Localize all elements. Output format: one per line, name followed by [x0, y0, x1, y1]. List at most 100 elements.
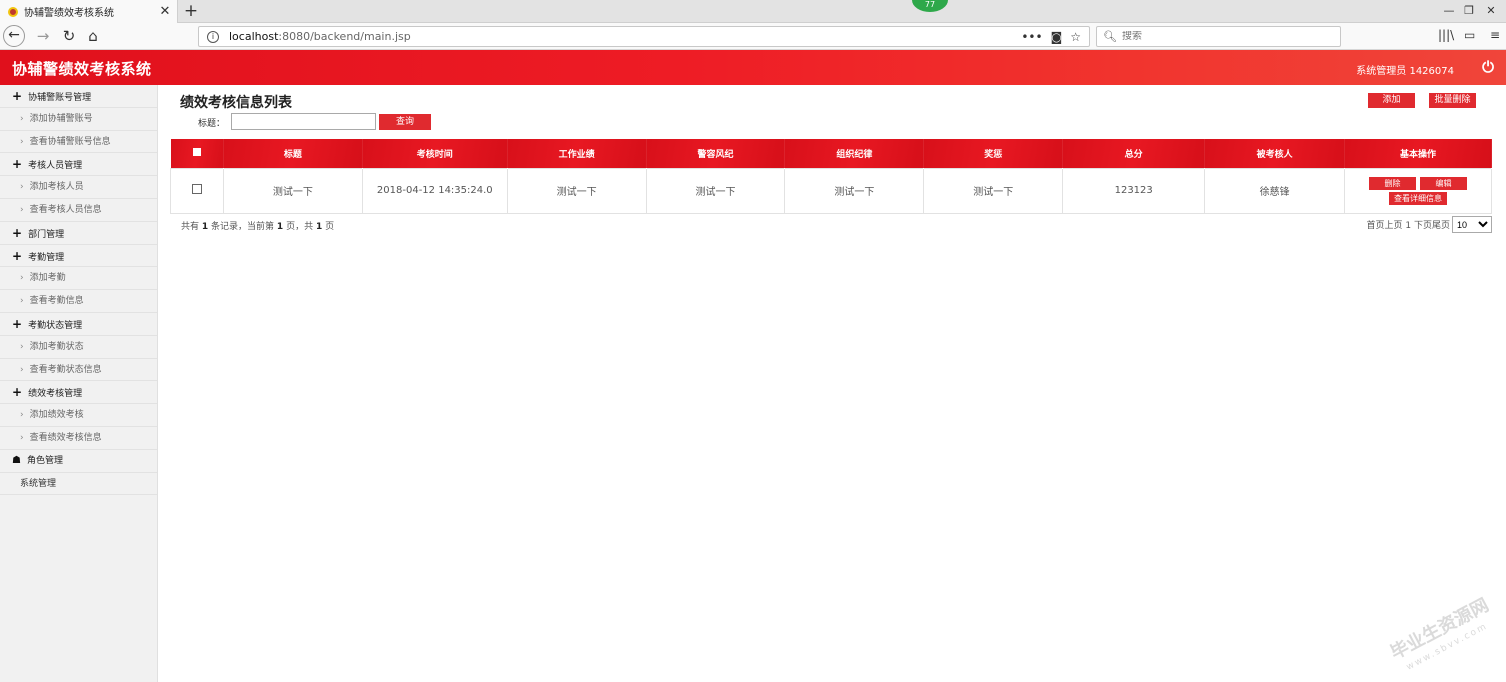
close-tab-icon[interactable]: ✕: [157, 4, 173, 19]
home-icon[interactable]: ⌂: [82, 25, 104, 47]
column-header: 警容风纪: [646, 139, 786, 168]
browser-search-input[interactable]: [1121, 31, 1322, 42]
browser-search-box[interactable]: 🔍︎: [1096, 26, 1341, 47]
pager-controls: 首页上页 1 下页尾页 10: [1367, 216, 1492, 233]
sidebar-item-label: 绩效考核管理: [28, 389, 83, 400]
row-checkbox[interactable]: [191, 184, 202, 194]
add-button[interactable]: 添加: [1368, 93, 1415, 108]
title-filter-input[interactable]: [231, 113, 376, 130]
sidebar-item[interactable]: › 查看考勤信息: [0, 290, 157, 313]
cell-performance: 测试一下: [506, 167, 647, 214]
chevron-right-icon: ›: [20, 432, 24, 443]
sidebar-item[interactable]: + 绩效考核管理: [0, 381, 157, 405]
users-icon: ☗: [12, 454, 21, 466]
plus-icon: +: [12, 157, 23, 172]
sidebar-item-label: 考勤状态管理: [28, 320, 83, 331]
chevron-right-icon: ›: [20, 182, 24, 193]
table-header-row: 标题 考核时间 工作业绩 警容风纪 组织纪律 奖惩 总分 被考核人 基本操作: [170, 139, 1492, 168]
logout-power-icon[interactable]: ⏻: [1482, 58, 1494, 76]
sidebar-item-label: 查看考勤信息: [29, 296, 84, 307]
app-header: 协辅警绩效考核系统 系统管理员 1426074 ⏻: [0, 50, 1506, 85]
column-header: 考核时间: [362, 139, 508, 168]
view-detail-button[interactable]: 查看详细信息: [1389, 191, 1447, 205]
cell-person: 徐慈锋: [1204, 167, 1346, 214]
sidebar-item[interactable]: + 协辅警账号管理: [0, 85, 157, 108]
sidebar-item-label: 查看协辅警账号信息: [29, 136, 111, 147]
chevron-right-icon: ›: [20, 136, 24, 147]
column-header: 标题: [223, 139, 363, 168]
sidebar-item[interactable]: › 添加协辅警账号: [0, 108, 157, 131]
sidebar-item-label: 添加协辅警账号: [29, 113, 93, 124]
plus-icon: +: [12, 225, 23, 240]
column-header: 总分: [1062, 139, 1206, 168]
sidebar-item[interactable]: › 添加考核人员: [0, 176, 157, 199]
current-user: 系统管理员 1426074: [1356, 66, 1454, 77]
sidebar-item[interactable]: + 考核人员管理: [0, 153, 157, 177]
chevron-right-icon: ›: [20, 410, 24, 421]
sidebar-toggle-icon[interactable]: ▭: [1464, 28, 1475, 42]
menu-icon[interactable]: ≡: [1490, 28, 1500, 42]
sidebar-item[interactable]: › 添加绩效考核: [0, 404, 157, 427]
bookmark-star-icon[interactable]: ☆: [1070, 30, 1081, 44]
cell-appearance: 测试一下: [645, 167, 786, 214]
sidebar-item-label: 添加绩效考核: [29, 410, 84, 421]
cell-reward: 测试一下: [923, 167, 1064, 214]
sidebar-item[interactable]: › 查看绩效考核信息: [0, 427, 157, 450]
window-close-icon[interactable]: ✕: [1480, 0, 1502, 23]
edit-button[interactable]: 编辑: [1420, 176, 1467, 190]
sidebar-item[interactable]: › 查看考勤状态信息: [0, 359, 157, 382]
sidebar-item[interactable]: + 考勤状态管理: [0, 313, 157, 336]
title-filter-label: 标题：: [198, 119, 226, 129]
library-icon[interactable]: |||\: [1438, 28, 1454, 42]
cell-discipline: 测试一下: [784, 167, 925, 214]
delete-button[interactable]: 删除: [1369, 176, 1416, 190]
sidebar-item-label: 考勤管理: [28, 252, 65, 263]
table-row: 测试一下 2018-04-12 14:35:24.0 测试一下 测试一下 测试一…: [170, 167, 1492, 214]
minimize-icon[interactable]: —: [1438, 0, 1460, 23]
sidebar-item[interactable]: + 考勤管理: [0, 245, 157, 268]
batch-delete-button[interactable]: 批量删除: [1429, 93, 1476, 108]
sidebar-item[interactable]: 系统管理: [0, 473, 157, 496]
sidebar-item[interactable]: + 部门管理: [0, 222, 157, 245]
app-title: 协辅警绩效考核系统: [12, 60, 152, 78]
chevron-right-icon: ›: [20, 204, 24, 215]
sidebar-item[interactable]: › 查看考核人员信息: [0, 199, 157, 222]
assessment-table: 标题 考核时间 工作业绩 警容风纪 组织纪律 奖惩 总分 被考核人 基本操作 测…: [170, 139, 1492, 214]
chevron-right-icon: ›: [20, 364, 24, 375]
chevron-right-icon: ›: [20, 113, 24, 124]
new-tab-button[interactable]: +: [182, 1, 200, 21]
sidebar-item-label: 系统管理: [20, 478, 57, 489]
page-size-select[interactable]: 10: [1452, 216, 1492, 233]
sidebar-item[interactable]: ☗ 角色管理: [0, 450, 157, 473]
column-header: 奖惩: [923, 139, 1064, 168]
browser-nav-bar: ← → ↻ ⌂ i localhost:8080/backend/main.js…: [0, 23, 1506, 50]
sidebar-item-label: 查看绩效考核信息: [29, 432, 102, 443]
site-favicon-icon: [8, 6, 18, 17]
sidebar-item-label: 添加考核人员: [29, 182, 84, 193]
row-select-cell: [170, 167, 224, 214]
address-bar[interactable]: i localhost:8080/backend/main.jsp ••• ◙ …: [198, 26, 1090, 47]
sidebar-item[interactable]: › 添加考勤状态: [0, 336, 157, 359]
sidebar-item[interactable]: › 查看协辅警账号信息: [0, 131, 157, 154]
sidebar-item[interactable]: › 添加考勤: [0, 267, 157, 291]
restore-icon[interactable]: ❐: [1458, 0, 1480, 23]
browser-tab[interactable]: 协辅警绩效考核系统 ✕: [0, 0, 178, 23]
back-arrow-icon[interactable]: ←: [3, 25, 25, 47]
browser-tab-bar: 协辅警绩效考核系统 ✕ + 77 — ❐ ✕: [0, 0, 1506, 23]
select-all-checkbox[interactable]: [192, 147, 201, 156]
sidebar-item-label: 考核人员管理: [28, 161, 83, 172]
site-info-icon[interactable]: i: [207, 30, 219, 43]
search-icon: 🔍︎: [1103, 30, 1117, 43]
column-header: 基本操作: [1344, 139, 1492, 168]
plus-icon: +: [12, 385, 23, 400]
query-button[interactable]: 查询: [379, 114, 431, 130]
url-text: localhost:8080/backend/main.jsp: [229, 30, 411, 43]
chevron-right-icon: ›: [20, 273, 24, 284]
pager-summary: 共有 1 条记录，当前第 1 页，共 1 页: [181, 222, 335, 232]
cell-score: 123123: [1062, 167, 1206, 214]
forward-arrow-icon[interactable]: →: [32, 25, 54, 47]
page-actions-icon[interactable]: •••: [1021, 30, 1042, 44]
pager-links[interactable]: 首页上页 1 下页尾页: [1367, 218, 1450, 231]
reload-icon[interactable]: ↻: [58, 25, 80, 47]
pocket-icon[interactable]: ◙: [1051, 30, 1063, 44]
